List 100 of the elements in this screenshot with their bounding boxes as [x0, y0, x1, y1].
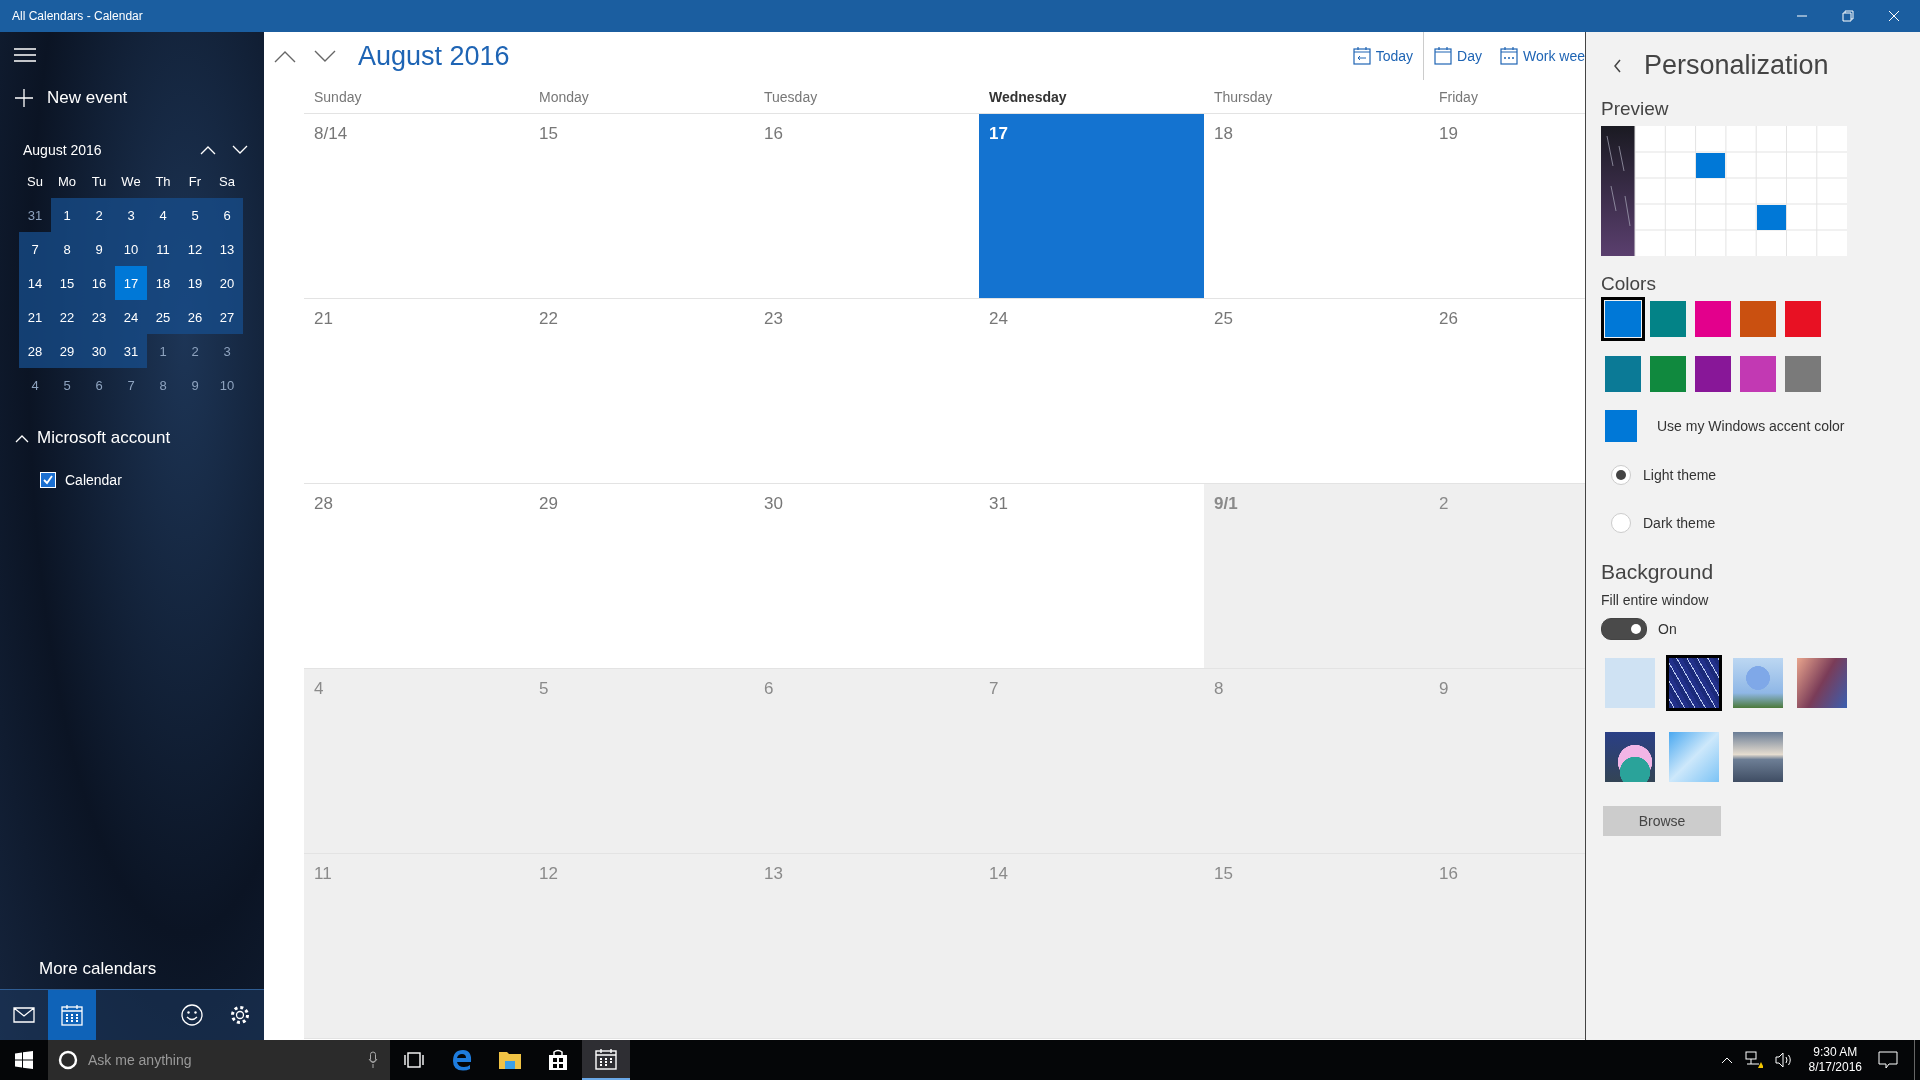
- menu-icon[interactable]: [14, 48, 36, 62]
- color-swatch[interactable]: [1601, 297, 1645, 341]
- back-icon[interactable]: [1613, 58, 1622, 73]
- day-cell[interactable]: 17: [979, 114, 1204, 298]
- day-view-button[interactable]: Day: [1434, 47, 1482, 65]
- radio-button[interactable]: [1611, 513, 1631, 533]
- account-header[interactable]: Microsoft account: [15, 428, 264, 448]
- mini-calendar-day[interactable]: 9: [179, 368, 211, 402]
- background-thumbnail[interactable]: [1666, 655, 1722, 711]
- circle-icon[interactable]: [58, 1050, 78, 1070]
- day-number: 2: [1439, 494, 1449, 513]
- calendar-name: Calendar: [65, 472, 122, 488]
- section-label: Colors: [1601, 273, 1657, 295]
- browse-button[interactable]: Browse: [1603, 806, 1721, 836]
- clock-date[interactable]: 8/17/2016: [1808, 1060, 1862, 1075]
- mini-calendar-day[interactable]: 2: [83, 198, 115, 232]
- chevron-up-icon: [15, 433, 29, 443]
- network-icon[interactable]: [1744, 1051, 1763, 1069]
- background-thumbnail[interactable]: [1794, 655, 1850, 711]
- mini-calendar-day[interactable]: 12: [179, 232, 211, 266]
- background-thumbnail[interactable]: [1730, 655, 1786, 711]
- day-cell[interactable]: 6: [754, 669, 979, 853]
- volume-icon[interactable]: [1774, 1052, 1793, 1068]
- toggle-switch[interactable]: [1601, 618, 1647, 640]
- day-number: 18: [1214, 124, 1233, 143]
- day-number: 25: [1214, 309, 1233, 328]
- mini-calendar-day[interactable]: 5: [179, 198, 211, 232]
- mini-calendar-day[interactable]: 7: [19, 232, 51, 266]
- mini-calendar-day[interactable]: 1: [147, 334, 179, 368]
- checkbox[interactable]: [40, 472, 56, 488]
- mini-calendar-day[interactable]: 2: [179, 334, 211, 368]
- mini-calendar-day[interactable]: 31: [19, 198, 51, 232]
- mini-calendar-day[interactable]: 22: [51, 300, 83, 334]
- mini-calendar-day[interactable]: 21: [19, 300, 51, 334]
- mini-calendar-day[interactable]: 25: [147, 300, 179, 334]
- work-week-button[interactable]: Work wee: [1500, 47, 1585, 65]
- mini-calendar-day[interactable]: 20: [211, 266, 243, 300]
- search-field[interactable]: Ask me anything: [86, 1051, 360, 1069]
- mini-calendar-day[interactable]: 17: [115, 266, 147, 300]
- mini-calendar-day[interactable]: 10: [115, 232, 147, 266]
- radio-button[interactable]: [1611, 465, 1631, 485]
- mini-calendar-day[interactable]: 8: [147, 368, 179, 402]
- mini-calendar-day[interactable]: 28: [19, 334, 51, 368]
- weekday-label: Th: [154, 172, 172, 191]
- mini-calendar-day[interactable]: 1: [51, 198, 83, 232]
- color-swatch[interactable]: [1605, 410, 1637, 442]
- mini-calendar-day[interactable]: 26: [179, 300, 211, 334]
- close-icon[interactable]: [1888, 10, 1900, 22]
- mini-calendar-day[interactable]: 8: [51, 232, 83, 266]
- mini-calendar-day[interactable]: 7: [115, 368, 147, 402]
- calendar-icon[interactable]: [582, 1040, 630, 1080]
- clock-time[interactable]: 9:30 AM: [1813, 1045, 1858, 1060]
- mini-calendar-day[interactable]: 6: [211, 198, 243, 232]
- mini-calendar-day[interactable]: 13: [211, 232, 243, 266]
- mini-calendar-day[interactable]: 18: [147, 266, 179, 300]
- mini-calendar-day[interactable]: 10: [211, 368, 243, 402]
- day-number: 9: [1439, 679, 1449, 698]
- background-thumbnail[interactable]: [1602, 729, 1658, 785]
- mini-calendar-day[interactable]: 19: [179, 266, 211, 300]
- weekday-label: We: [120, 172, 142, 191]
- search-box[interactable]: Ask me anything: [48, 1040, 390, 1080]
- day-number: 23: [764, 309, 783, 328]
- day-number: 15: [1214, 864, 1233, 883]
- day-number: 21: [314, 309, 333, 328]
- section-label: Preview: [1601, 98, 1670, 120]
- day-number: 5: [539, 679, 549, 698]
- mini-calendar-day[interactable]: 23: [83, 300, 115, 334]
- mini-calendar-day[interactable]: 6: [83, 368, 115, 402]
- more-calendars-link[interactable]: More calendars: [39, 959, 264, 979]
- today-button[interactable]: Today: [1352, 47, 1414, 65]
- notification-icon[interactable]: [1878, 1051, 1898, 1069]
- mini-calendar-day[interactable]: 3: [211, 334, 243, 368]
- mini-calendar-day[interactable]: 5: [51, 368, 83, 402]
- background-thumbnail[interactable]: [1730, 729, 1786, 785]
- mini-calendar-day[interactable]: 14: [19, 266, 51, 300]
- microphone-icon[interactable]: [368, 1051, 378, 1069]
- mini-calendar-day[interactable]: 15: [51, 266, 83, 300]
- new-event-button[interactable]: New event: [15, 88, 264, 108]
- mini-calendar-day[interactable]: 4: [147, 198, 179, 232]
- windows-logo-icon: [15, 1051, 33, 1069]
- mini-calendar-day[interactable]: 27: [211, 300, 243, 334]
- restore-icon[interactable]: [1842, 10, 1854, 22]
- day-number: 24: [989, 309, 1008, 328]
- weekday-header: Tuesday: [763, 88, 819, 105]
- day-number: 22: [539, 309, 558, 328]
- mini-calendar-day[interactable]: 11: [147, 232, 179, 266]
- mini-calendar-day[interactable]: 30: [83, 334, 115, 368]
- day-number: 14: [989, 864, 1008, 883]
- mini-calendar-day[interactable]: 3: [115, 198, 147, 232]
- mini-calendar-day[interactable]: 31: [115, 334, 147, 368]
- day-number: 7: [989, 679, 999, 698]
- mini-calendar-day[interactable]: 16: [83, 266, 115, 300]
- mini-calendar-day[interactable]: 9: [83, 232, 115, 266]
- background-thumbnail[interactable]: [1666, 729, 1722, 785]
- mini-calendar-day[interactable]: 29: [51, 334, 83, 368]
- month-title: August 2016: [358, 40, 510, 72]
- mini-calendar-day[interactable]: 4: [19, 368, 51, 402]
- mini-calendar-day[interactable]: 24: [115, 300, 147, 334]
- background-thumbnail[interactable]: [1602, 655, 1658, 711]
- calendar-icon[interactable]: [48, 990, 96, 1040]
